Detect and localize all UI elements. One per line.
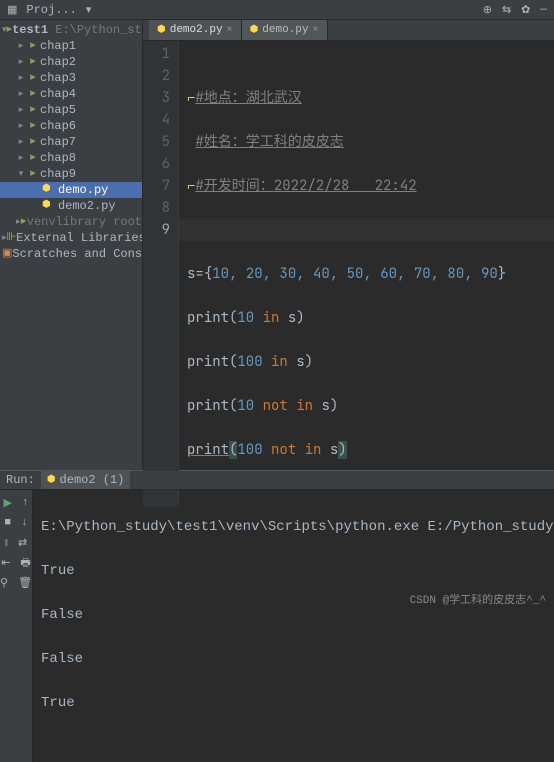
tree-file[interactable]: ⬢ demo2.py xyxy=(0,198,142,214)
run-gutter: ▶ ↑ ■ ↓ ‖ ⇄ ⇤ 🖶 ⚲ 🗑 xyxy=(0,490,33,762)
console-line: False xyxy=(41,648,554,670)
exit-icon[interactable]: ⇤ xyxy=(1,556,10,570)
run-body: ▶ ↑ ■ ↓ ‖ ⇄ ⇤ 🖶 ⚲ 🗑 E:\Python_study\test1\ven… xyxy=(0,490,554,762)
tab-demo[interactable]: ⬢demo.py× xyxy=(242,20,328,40)
console-output[interactable]: E:\Python_study\test1\venv\Scripts\pytho… xyxy=(33,490,554,762)
tree-folder[interactable]: ▸▸chap8 xyxy=(0,150,142,166)
hide-icon[interactable]: — xyxy=(537,4,550,16)
current-line-highlight xyxy=(179,219,554,241)
tree-file-selected[interactable]: ⬢ demo.py xyxy=(0,182,142,198)
editor-area: ⬢demo2.py× ⬢demo.py× 1 2 3 4 5 6 7 8 9 ⌐… xyxy=(143,20,554,470)
tree-folder[interactable]: ▸▸chap7 xyxy=(0,134,142,150)
main-area: ▾▸test1 E:\Python_study\te ▸▸chap1 ▸▸cha… xyxy=(0,20,554,470)
trash-icon[interactable]: 🗑 xyxy=(18,576,32,590)
python-file-icon: ⬢ xyxy=(47,474,56,486)
expand-icon[interactable]: ⇆ xyxy=(499,3,514,17)
tree-folder[interactable]: ▾▸chap9 xyxy=(0,166,142,182)
tree-external-libs[interactable]: ▸⊪External Libraries xyxy=(0,230,142,246)
pin-icon[interactable]: ⚲ xyxy=(0,576,8,590)
gear-icon[interactable]: ✿ xyxy=(518,3,533,17)
pause-icon[interactable]: ‖ xyxy=(5,537,8,550)
tree-scratches[interactable]: ▣Scratches and Consoles xyxy=(0,246,142,262)
library-icon: ⊪ xyxy=(7,230,17,246)
up-icon[interactable]: ↑ xyxy=(22,497,29,509)
console-cmd: E:\Python_study\test1\venv\Scripts\pytho… xyxy=(41,516,554,538)
gutter: 1 2 3 4 5 6 7 8 9 xyxy=(143,41,179,507)
scratches-icon: ▣ xyxy=(2,246,12,262)
tree-venv[interactable]: ▸▸venv library root xyxy=(0,214,142,230)
root-label: test1 xyxy=(12,22,48,38)
close-icon[interactable]: × xyxy=(227,25,233,36)
python-file-icon: ⬢ xyxy=(250,24,259,36)
console-line: False xyxy=(41,604,554,626)
down-icon[interactable]: ↓ xyxy=(21,517,28,529)
tab-demo2[interactable]: ⬢demo2.py× xyxy=(149,20,242,40)
tree-folder[interactable]: ▸▸chap4 xyxy=(0,86,142,102)
stop-icon[interactable]: ■ xyxy=(4,517,11,529)
run-title: Run: xyxy=(6,473,35,487)
run-tab[interactable]: ⬢demo2 (1) xyxy=(41,471,131,489)
soft-wrap-icon[interactable]: ⇄ xyxy=(18,536,27,550)
python-file-icon: ⬢ xyxy=(157,24,166,36)
tree-folder[interactable]: ▸▸chap5 xyxy=(0,102,142,118)
select-target-icon[interactable]: ⊕ xyxy=(480,3,495,17)
print-icon[interactable]: 🖶 xyxy=(20,554,30,573)
project-toolbar: ▦ Proj... ▾ ⊕ ⇆ ✿ — xyxy=(0,0,554,20)
close-icon[interactable]: × xyxy=(313,25,319,36)
chevron-down-icon[interactable]: ▾ xyxy=(83,3,95,17)
run-icon[interactable]: ▶ xyxy=(3,496,11,510)
tree-folder[interactable]: ▸▸chap6 xyxy=(0,118,142,134)
tree-folder[interactable]: ▸▸chap1 xyxy=(0,38,142,54)
python-file-icon: ⬢ xyxy=(42,198,51,214)
project-panel-title[interactable]: Proj... xyxy=(24,3,78,17)
tree-folder[interactable]: ▸▸chap3 xyxy=(0,70,142,86)
root-path: E:\Python_study\te xyxy=(55,22,143,38)
project-icon: ▦ xyxy=(4,3,20,17)
code-editor[interactable]: 1 2 3 4 5 6 7 8 9 ⌐#地点：湖北武汉 #姓名：学工科的皮皮志 … xyxy=(143,41,554,507)
console-line: True xyxy=(41,560,554,582)
project-tree[interactable]: ▾▸test1 E:\Python_study\te ▸▸chap1 ▸▸cha… xyxy=(0,20,142,264)
python-file-icon: ⬢ xyxy=(42,182,51,198)
editor-tabs: ⬢demo2.py× ⬢demo.py× xyxy=(143,20,554,41)
tree-root[interactable]: ▾▸test1 E:\Python_study\te xyxy=(0,22,142,38)
console-line: True xyxy=(41,692,554,714)
tree-folder[interactable]: ▸▸chap2 xyxy=(0,54,142,70)
code-lines[interactable]: ⌐#地点：湖北武汉 #姓名：学工科的皮皮志 ⌐#开发时间：2022/2/28 2… xyxy=(179,41,554,507)
project-sidebar: ▾▸test1 E:\Python_study\te ▸▸chap1 ▸▸cha… xyxy=(0,20,143,470)
watermark: CSDN @学工科的皮皮志^_^ xyxy=(410,591,546,607)
